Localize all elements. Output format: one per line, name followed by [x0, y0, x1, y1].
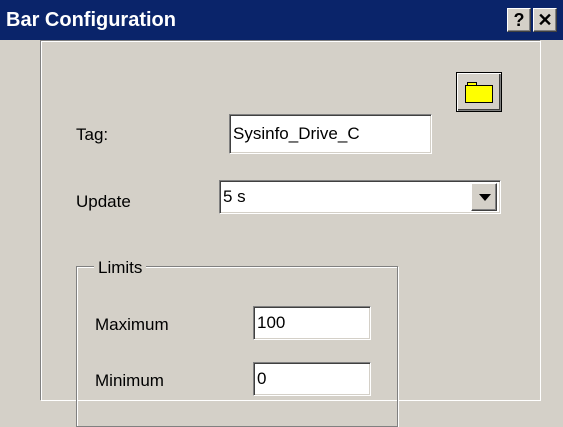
update-dropdown-button[interactable]: [471, 183, 497, 211]
close-button[interactable]: ✕: [533, 8, 557, 32]
maximum-input[interactable]: 100: [253, 306, 371, 340]
title-bar[interactable]: Bar Configuration ? ✕: [0, 0, 563, 40]
chevron-down-icon: [479, 194, 491, 201]
update-select[interactable]: 5 s: [219, 180, 501, 214]
tag-input[interactable]: Sysinfo_Drive_C: [229, 114, 432, 154]
minimum-input[interactable]: 0: [253, 362, 371, 396]
browse-tag-button[interactable]: [456, 72, 502, 112]
limits-groupbox: [76, 266, 398, 427]
update-label: Update: [76, 192, 131, 211]
help-button[interactable]: ?: [507, 8, 531, 32]
window-title: Bar Configuration: [6, 9, 176, 31]
limits-legend: Limits: [94, 258, 147, 278]
minimum-label: Minimum: [95, 371, 164, 390]
maximum-label: Maximum: [95, 315, 169, 334]
tag-label: Tag:: [76, 125, 109, 144]
